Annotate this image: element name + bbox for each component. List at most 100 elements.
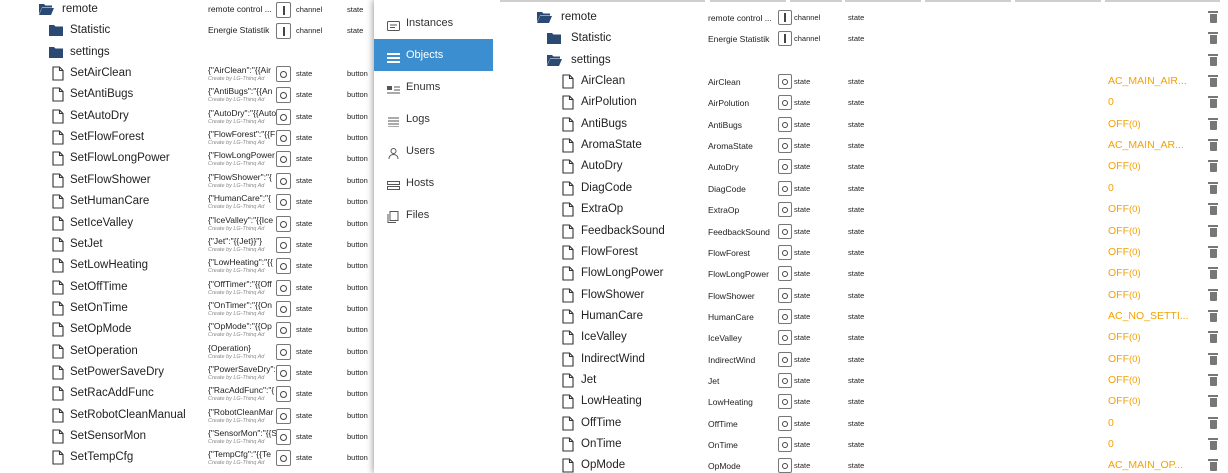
trash-icon[interactable] <box>1208 224 1218 237</box>
object-tree-row[interactable]: AutoDry AutoDry state state OFF(0) <box>498 156 1228 177</box>
trash-icon[interactable] <box>1208 203 1218 216</box>
trash-icon[interactable] <box>1208 267 1218 280</box>
background-tree-row[interactable]: SetFlowLongPower {"FlowLongPower Create by… <box>0 149 400 170</box>
object-tree-row[interactable]: AirClean AirClean state state AC_MAIN_AIR... <box>498 71 1228 92</box>
trash-icon[interactable] <box>1208 438 1218 450</box>
object-tree-row[interactable]: Statistic Energie Statistik channel state <box>498 28 1228 49</box>
background-tree-row[interactable]: SetFlowShower {"FlowShower":"{Create by L… <box>0 171 400 192</box>
file-icon <box>562 202 574 222</box>
background-tree-row[interactable]: SetOffTime {"OffTimer":"{{Off Create by LG… <box>0 278 400 299</box>
object-tree-row[interactable]: HumanCare HumanCare state state AC_NO_SETTI.… <box>498 306 1228 327</box>
background-tree-row[interactable]: SetAirClean {"AirClean":"{{Air Create by L… <box>0 64 400 85</box>
object-tree-row[interactable]: DiagCode DiagCode state state 0 <box>498 178 1228 199</box>
trash-icon[interactable] <box>1208 96 1218 109</box>
object-tree-row[interactable]: settings <box>498 50 1228 71</box>
background-tree-row[interactable]: SetAutoDry {"AutoDry":"{{Auto Create by LG… <box>0 107 400 128</box>
trash-icon[interactable] <box>1208 352 1218 365</box>
object-type-label: state <box>794 375 811 385</box>
object-tree-row[interactable]: IndirectWind IndirectWind state state OFF(0) <box>498 349 1228 370</box>
trash-icon[interactable] <box>1208 139 1218 152</box>
trash-icon[interactable] <box>1208 117 1218 130</box>
object-tree-row[interactable]: FeedbackSound FeedbackSound state state OFF(… <box>498 221 1228 242</box>
object-tree-row[interactable]: OffTime OffTime state state 0 <box>498 413 1228 434</box>
background-tree-row[interactable]: SetOnTime {"OnTimer":"{{On Create by LG-Th… <box>0 299 400 320</box>
trash-icon[interactable] <box>1208 53 1218 66</box>
menu-item-files[interactable]: Files <box>374 199 493 231</box>
file-icon <box>562 330 574 350</box>
state-type-icon <box>276 386 291 403</box>
object-value-text: {"HumanCare":"{ <box>208 194 271 204</box>
object-value-text: {"AutoDry":"{{Auto <box>208 108 276 118</box>
background-tree-row[interactable]: SetOperation {Operation} Create by LG-Thin… <box>0 342 400 363</box>
state-type-icon <box>276 279 291 296</box>
background-tree-row[interactable]: SetLowHeating {"LowHeating":"{{Create by … <box>0 256 400 277</box>
trash-icon[interactable] <box>1208 181 1218 194</box>
menu-item-label: Logs <box>406 113 430 125</box>
object-tree-row[interactable]: ExtraOp ExtraOp state state OFF(0) <box>498 199 1228 220</box>
object-type-label: state <box>296 175 313 185</box>
menu-item-hosts[interactable]: Hosts <box>374 167 493 199</box>
object-value-text: {"LowHeating":"{{ <box>208 258 273 268</box>
object-tree-row[interactable]: FlowForest FlowForest state state OFF(0) <box>498 242 1228 263</box>
object-tree-row[interactable]: FlowLongPower FlowLongPower state state OFF(… <box>498 263 1228 284</box>
background-tree-row[interactable]: SetPowerSaveDry {"PowerSaveDry": Create by… <box>0 363 400 384</box>
trash-icon[interactable] <box>1208 288 1218 301</box>
background-tree-row[interactable]: SetRobotCleanManual {"RobotCleanMar Create… <box>0 406 400 427</box>
object-tree-row[interactable]: AirPolution AirPolution state state 0 <box>498 92 1228 113</box>
trash-icon[interactable] <box>1208 160 1218 173</box>
object-tree-row[interactable]: AntiBugs AntiBugs state state OFF(0) <box>498 114 1228 135</box>
object-name: Statistic <box>70 24 111 37</box>
object-tree-row[interactable]: OnTime OnTime state state 0 <box>498 434 1228 455</box>
background-tree-row[interactable]: SetHumanCare {"HumanCare":"{Create by LG-… <box>0 192 400 213</box>
object-type-label: state <box>794 162 811 172</box>
menu-item-instances[interactable]: Instances <box>374 7 493 39</box>
trash-icon[interactable] <box>1208 309 1218 322</box>
menu-item-users[interactable]: Users <box>374 135 493 167</box>
object-name: SetOperation <box>70 344 138 357</box>
background-tree-row[interactable]: SetFlowForest {"FlowForest":"{{F Create by… <box>0 128 400 149</box>
object-type-label: state <box>794 98 811 108</box>
object-value-ack: (0) <box>1129 332 1141 344</box>
object-tree-row[interactable]: OpMode OpMode state state AC_MAIN_OP... <box>498 455 1228 473</box>
object-value: 0 <box>1108 182 1188 194</box>
background-tree-row[interactable]: Statistic Energie Statistik channel state <box>0 21 400 42</box>
object-role: state <box>848 461 865 471</box>
object-type-label: state <box>296 282 313 292</box>
trash-icon[interactable] <box>1208 32 1218 45</box>
object-common-name: OpMode <box>708 461 741 472</box>
object-tree-row[interactable]: Jet Jet state state OFF(0) <box>498 370 1228 391</box>
background-tree-row[interactable]: settings <box>0 43 400 64</box>
trash-icon[interactable] <box>1208 459 1218 472</box>
trash-icon[interactable] <box>1208 416 1218 429</box>
state-type-icon <box>276 66 291 83</box>
trash-icon[interactable] <box>1208 373 1218 386</box>
object-tree-row[interactable]: LowHeating LowHeating state state OFF(0) <box>498 391 1228 412</box>
background-tree-row[interactable]: SetJet {"Jet":"{{Jet}}"} Create by LG-Thin… <box>0 235 400 256</box>
object-common-name: FlowLongPower <box>708 269 769 280</box>
object-value-text: OFF <box>1108 395 1129 408</box>
background-tree-row[interactable]: remote remote control ... channel state <box>0 0 400 21</box>
object-type-label: state <box>794 119 811 129</box>
state-type-icon <box>778 159 792 175</box>
menu-item-objects[interactable]: Objects <box>374 39 493 71</box>
file-icon <box>52 450 64 470</box>
trash-icon[interactable] <box>1208 75 1218 88</box>
background-tree-row[interactable]: SetAntiBugs {"AntiBugs":"{{An Create by LG… <box>0 85 400 106</box>
menu-item-logs[interactable]: Logs <box>374 103 493 135</box>
background-tree-row[interactable]: SetRacAddFunc {"RacAddFunc":"{Create by L… <box>0 384 400 405</box>
object-tree-row[interactable]: AromaState AromaState state state AC_MAIN_AR… <box>498 135 1228 156</box>
trash-icon[interactable] <box>1208 395 1218 408</box>
trash-icon[interactable] <box>1208 331 1218 344</box>
background-tree-row[interactable]: SetIceValley {"IceValley":"{{Ice Create by… <box>0 214 400 235</box>
background-tree-row[interactable]: SetOpMode {"OpMode":"{{Op Create by LG-Thi… <box>0 320 400 341</box>
trash-icon[interactable] <box>1208 11 1218 23</box>
menu-item-enums[interactable]: Enums <box>374 71 493 103</box>
object-tree-row[interactable]: remote remote control ... channel state <box>498 7 1228 28</box>
object-tree-row[interactable]: FlowShower FlowShower state state OFF(0) <box>498 285 1228 306</box>
background-tree-row[interactable]: SetTempCfg {"TempCfg":"{{Te Create by LG-T… <box>0 448 400 469</box>
object-value-ack: (0) <box>1129 204 1141 216</box>
background-tree-row[interactable]: SetSensorMon {"SensorMon":"{{S Create by L… <box>0 427 400 448</box>
object-tree-row[interactable]: IceValley IceValley state state OFF(0) <box>498 327 1228 348</box>
trash-icon[interactable] <box>1208 245 1218 258</box>
object-value-text: remote control ... <box>208 5 272 14</box>
